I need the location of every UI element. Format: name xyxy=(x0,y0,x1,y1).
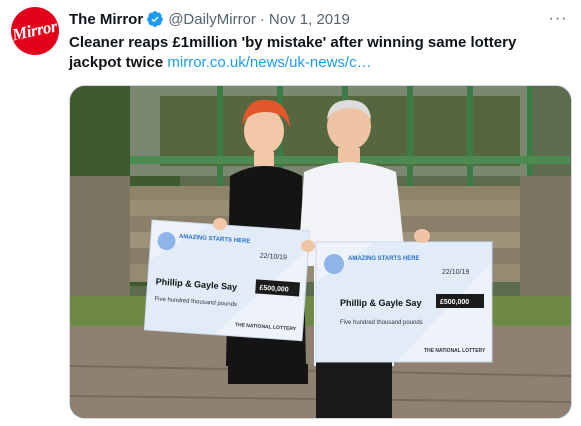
tweet-header: The Mirror @DailyMirror · Nov 1, 2019 xyxy=(69,9,350,29)
cheque-right-amount-words: Five hundred thousand pounds xyxy=(340,320,423,326)
cheque-right-brand: THE NATIONAL LOTTERY xyxy=(424,348,486,354)
cheque-right-slogan: AMAZING STARTS HERE xyxy=(348,256,420,262)
cheque-right-payee: Phillip & Gayle Say xyxy=(340,298,422,308)
tweet-date[interactable]: Nov 1, 2019 xyxy=(269,11,350,28)
avatar-logo-text: Mirror xyxy=(10,16,59,45)
avatar[interactable]: Mirror xyxy=(11,7,59,55)
cheque-right: AMAZING STARTS HERE 22/10/19 Phillip & G… xyxy=(315,241,493,363)
tweet-text: Cleaner reaps £1million 'by mistake' aft… xyxy=(69,33,569,73)
tweet-link[interactable]: mirror.co.uk/news/uk-news/c… xyxy=(167,54,371,71)
cheque-right-date: 22/10/19 xyxy=(442,269,469,276)
cheque-right-amount: £500,000 xyxy=(440,299,469,306)
handle[interactable]: @DailyMirror xyxy=(168,11,256,28)
display-name[interactable]: The Mirror xyxy=(69,11,143,28)
photo-illustration: AMAZING STARTS HERE 22/10/19 Phillip & G… xyxy=(70,86,571,418)
tweet[interactable]: Mirror The Mirror @DailyMirror · Nov 1, … xyxy=(0,0,581,426)
tweet-photo[interactable]: AMAZING STARTS HERE 22/10/19 Phillip & G… xyxy=(69,85,572,419)
verified-badge-icon xyxy=(147,11,164,27)
cheque-left: AMAZING STARTS HERE 22/10/19 Phillip & G… xyxy=(143,219,311,342)
separator: · xyxy=(259,10,265,28)
more-options-icon[interactable]: ··· xyxy=(547,8,569,30)
